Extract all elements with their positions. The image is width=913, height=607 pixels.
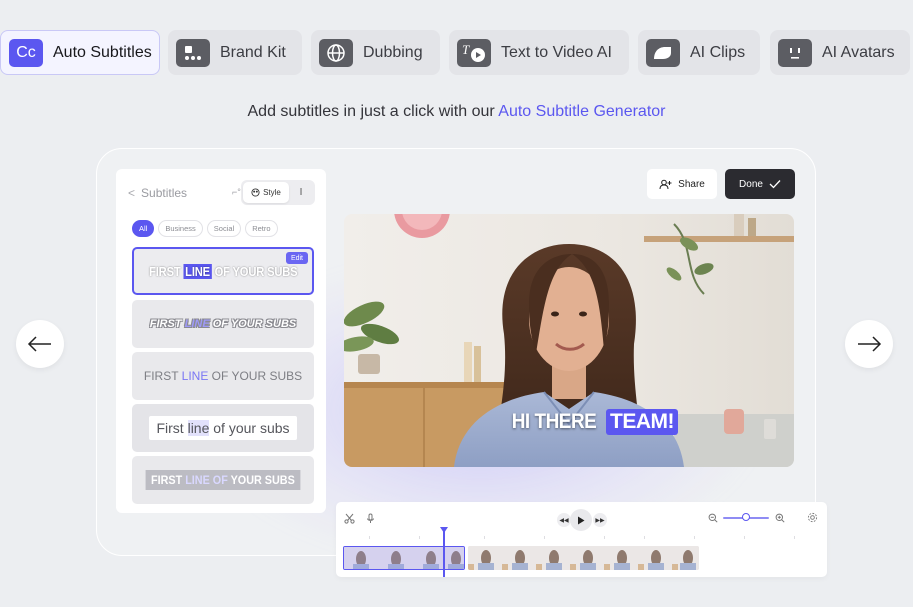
video-preview[interactable]: HI THERE TEAM! [344,214,794,467]
add-user-icon [659,179,672,189]
clips-icon [646,38,680,67]
subtitle-preset-2[interactable]: FIRST LINE OF YOUR SUBS [132,300,314,348]
tab-label: Auto Subtitles [53,43,152,61]
caption-text: HI THERE [511,410,597,433]
arrow-right-icon [858,336,882,352]
tab-label: Text to Video AI [501,43,612,61]
filter-all[interactable]: All [132,220,155,237]
tab-brand-kit[interactable]: Brand Kit [168,30,302,75]
panel-title: Subtitles [141,186,188,200]
avatar-icon [778,38,812,67]
filter-business[interactable]: Business [158,220,203,237]
tab-label: Dubbing [363,43,423,61]
subtitle-preset-3[interactable]: FIRST LINE OF YOUR SUBS [132,352,314,400]
skip-back-button[interactable]: ◀◀ [557,513,571,527]
subtitle-preset-1[interactable]: Edit FIRST LINE OF YOUR SUBS [132,247,314,295]
subtitle-generator-link[interactable]: Auto Subtitle Generator [498,103,665,120]
tab-dubbing[interactable]: Dubbing [311,30,440,75]
done-label: Done [739,178,763,190]
headline-text: Add subtitles in just a click with our [247,103,499,120]
timeline: ◀◀ ▶▶ [336,502,827,577]
brand-kit-icon [176,38,210,67]
tab-ai-avatars[interactable]: AI Avatars [770,30,910,75]
play-button[interactable] [570,509,592,531]
back-chevron-icon[interactable]: < [128,186,135,200]
skip-forward-button[interactable]: ▶▶ [593,513,607,527]
style-toggle: Style I [241,180,315,205]
tab-auto-subtitles[interactable]: Cc Auto Subtitles [0,30,160,75]
check-icon [769,180,781,189]
skip-forward-icon: ▶▶ [595,517,605,524]
selected-clip[interactable] [343,546,465,570]
cc-icon: Cc [9,38,43,67]
tab-label: AI Clips [690,43,746,61]
timeline-clips [343,546,699,570]
clip-thumbnails [468,546,699,570]
zoom-out-icon[interactable] [708,513,718,523]
tab-ai-clips[interactable]: AI Clips [638,30,760,75]
subtitle-preset-4[interactable]: First line of your subs [132,404,314,452]
caption-highlight: TEAM! [606,409,679,435]
play-icon [578,516,585,524]
share-button[interactable]: Share [647,169,717,199]
filter-social[interactable]: Social [206,220,242,237]
svg-text:T: T [462,42,470,57]
preset-filters: All Business Social Retro [132,220,278,237]
globe-icon [319,38,353,67]
tab-label: AI Avatars [822,43,895,61]
preset-sample: FIRST LINE OF YOUR SUBS [143,369,303,383]
filter-retro[interactable]: Retro [245,220,278,237]
playhead[interactable] [443,528,445,577]
preset-sample: FIRST LINE OF YOUR SUBS [148,263,298,279]
video-caption: HI THERE TEAM! [507,409,679,435]
microphone-icon[interactable] [366,513,375,524]
preset-sample: First line of your subs [149,416,297,440]
headline: Add subtitles in just a click with our A… [0,103,913,121]
timeline-ruler [344,534,819,542]
panel-mini-icon: ⌐° [232,187,241,197]
previous-arrow-button[interactable] [16,320,64,368]
edit-badge[interactable]: Edit [285,252,308,264]
preset-sample: FIRST LINE OF YOUR SUBS [145,470,301,490]
scissors-icon[interactable] [344,513,355,524]
style-tab[interactable]: Style [243,182,289,203]
done-button[interactable]: Done [725,169,795,199]
text-tab[interactable]: I [289,187,313,198]
clip-thumbnails [344,547,464,569]
subtitles-panel: < Subtitles ⌐° Style I All Business Soci… [116,169,326,513]
palette-icon [251,188,260,197]
share-label: Share [678,178,705,190]
arrow-left-icon [27,336,51,352]
style-tab-label: Style [263,188,281,197]
preset-sample: FIRST LINE OF YOUR SUBS [149,318,297,330]
tab-text-to-video[interactable]: T Text to Video AI [449,30,629,75]
next-arrow-button[interactable] [845,320,893,368]
feature-tabs: Cc Auto Subtitles Brand Kit Dubbing T Te… [0,30,913,76]
subtitle-preset-5[interactable]: FIRST LINE OF YOUR SUBS [132,456,314,504]
skip-back-icon: ◀◀ [559,517,569,524]
zoom-slider-handle[interactable] [742,513,750,521]
text-to-video-icon: T [457,38,491,67]
timeline-clip[interactable] [468,546,699,570]
zoom-in-icon[interactable] [775,513,785,523]
tab-label: Brand Kit [220,43,286,61]
settings-gear-icon[interactable] [807,512,818,523]
